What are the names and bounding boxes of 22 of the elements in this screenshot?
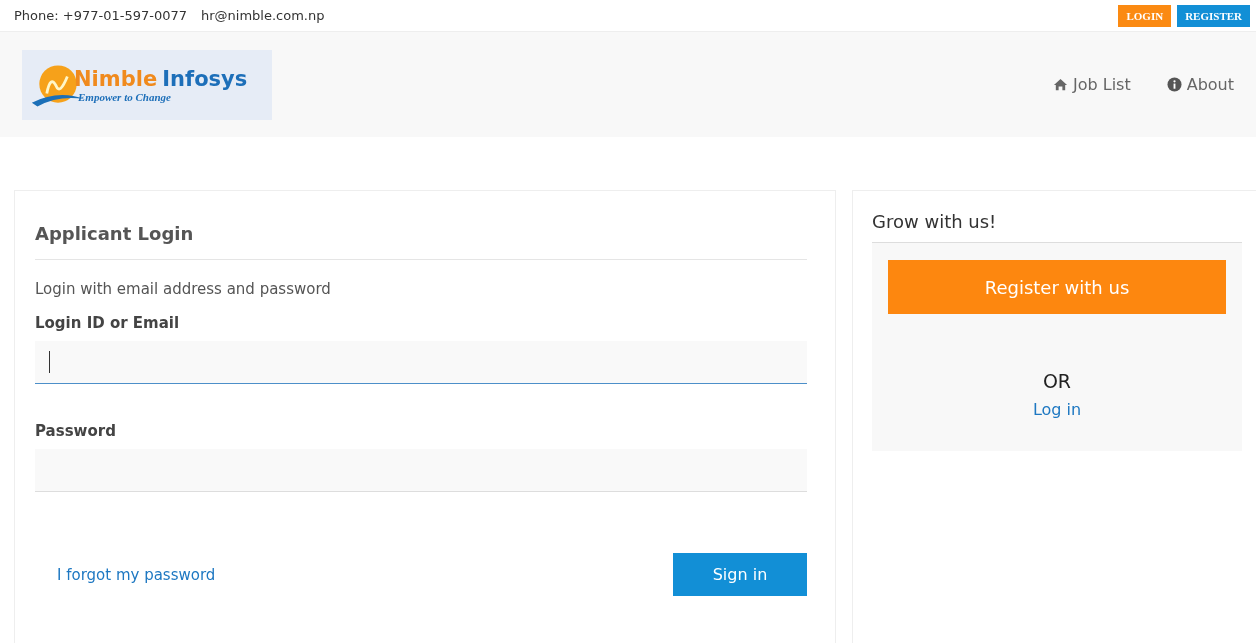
nav-link[interactable]: Job List — [1052, 75, 1131, 94]
email-address: hr@nimble.com.np — [201, 8, 325, 23]
or-separator: OR — [1042, 370, 1072, 392]
logo-name: Infosys — [162, 66, 248, 91]
input-field[interactable] — [35, 341, 807, 384]
phone-number: Phone: +977-01-597-0077 — [14, 8, 187, 23]
register-button[interactable]: REGISTER — [1177, 4, 1250, 27]
nav-link[interactable]: About — [1166, 75, 1234, 94]
field-label: Password — [35, 422, 117, 440]
home-icon — [1052, 77, 1068, 92]
sign-in-button[interactable]: Sign in — [673, 553, 807, 596]
log-in-link[interactable]: Log in — [1032, 400, 1082, 419]
logo-tagline: Empower to Change — [78, 90, 172, 103]
login-instructions: Login with email address and password — [35, 280, 332, 298]
logo[interactable]: Nimble Infosys Empower to Change — [22, 49, 272, 120]
logo-name: Nimble — [74, 66, 158, 91]
field-label: Login ID or Email — [35, 314, 181, 332]
info-icon — [1166, 77, 1182, 92]
login-button[interactable]: LOGIN — [1118, 4, 1172, 27]
register-with-us-button[interactable]: Register with us — [888, 260, 1226, 314]
panel-title: Applicant Login — [35, 191, 807, 260]
forgot-password-link[interactable]: I forgot my password — [57, 565, 216, 584]
